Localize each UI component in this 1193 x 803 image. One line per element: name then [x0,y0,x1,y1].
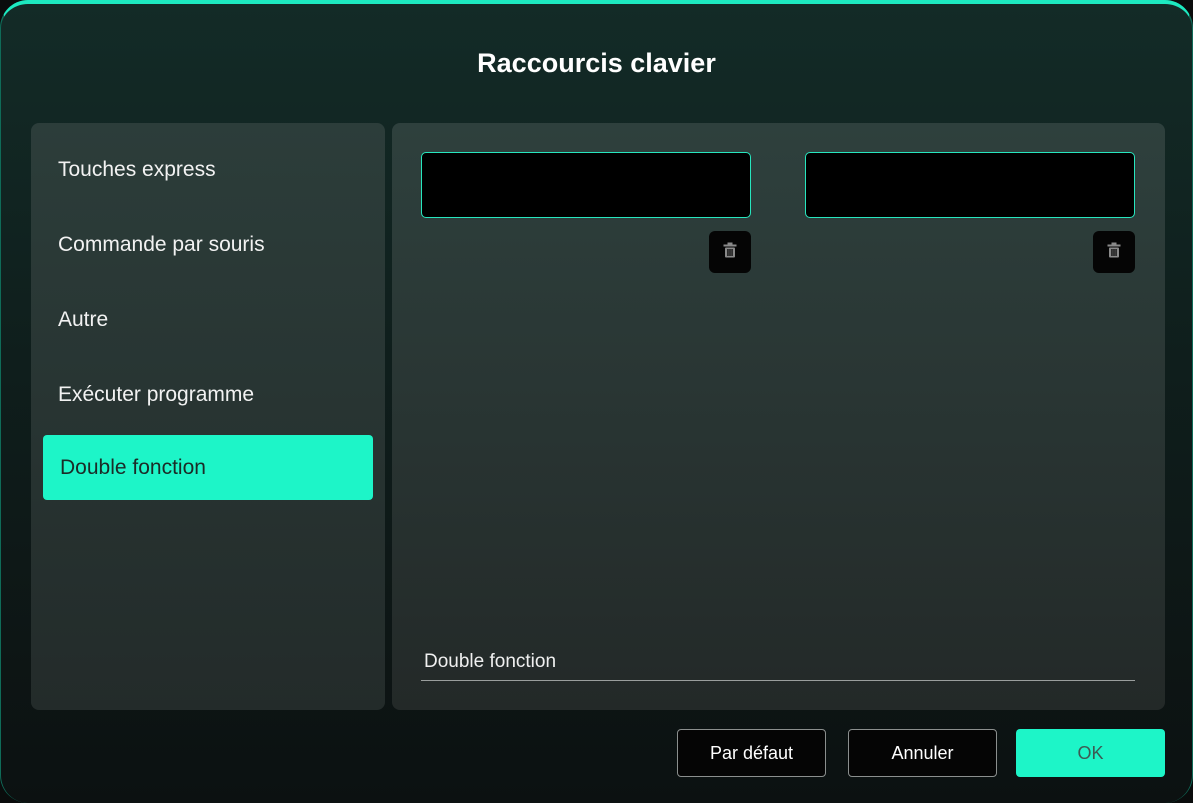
function-name-label: Double fonction [424,651,557,672]
cancel-button[interactable]: Annuler [848,729,997,777]
second-key-field[interactable] [805,152,1135,218]
function-name-underline [421,680,1135,681]
sidebar-item-double-fonction[interactable]: Double fonction [43,435,373,500]
delete-second-key-button[interactable] [1093,231,1135,273]
sidebar: Touches express Commande par souris Autr… [31,123,385,710]
first-key-field[interactable] [421,152,751,218]
main-panel: Double fonction [392,123,1165,710]
dialog-title: Raccourcis clavier [477,48,716,78]
default-button[interactable]: Par défaut [677,729,826,777]
delete-first-key-button[interactable] [709,231,751,273]
sidebar-item-commande-par-souris[interactable]: Commande par souris [43,212,373,277]
trash-icon [1107,242,1121,263]
trash-icon [723,242,737,263]
ok-button[interactable]: OK [1016,729,1165,777]
keyboard-shortcuts-dialog: Raccourcis clavier Touches express Comma… [0,0,1193,803]
sidebar-item-executer-programme[interactable]: Exécuter programme [43,362,373,427]
sidebar-item-autre[interactable]: Autre [43,287,373,352]
sidebar-item-touches-express[interactable]: Touches express [43,137,373,202]
